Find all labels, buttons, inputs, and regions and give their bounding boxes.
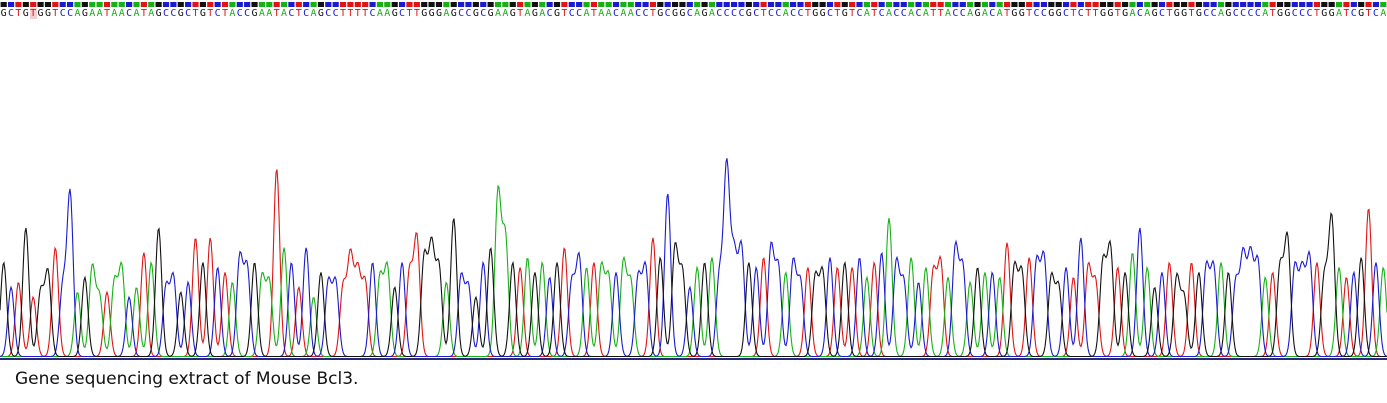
- chromatogram-trace: [0, 158, 1387, 360]
- trace-G: [0, 211, 1387, 358]
- figure-caption: Gene sequencing extract of Mouse Bcl3.: [15, 369, 359, 389]
